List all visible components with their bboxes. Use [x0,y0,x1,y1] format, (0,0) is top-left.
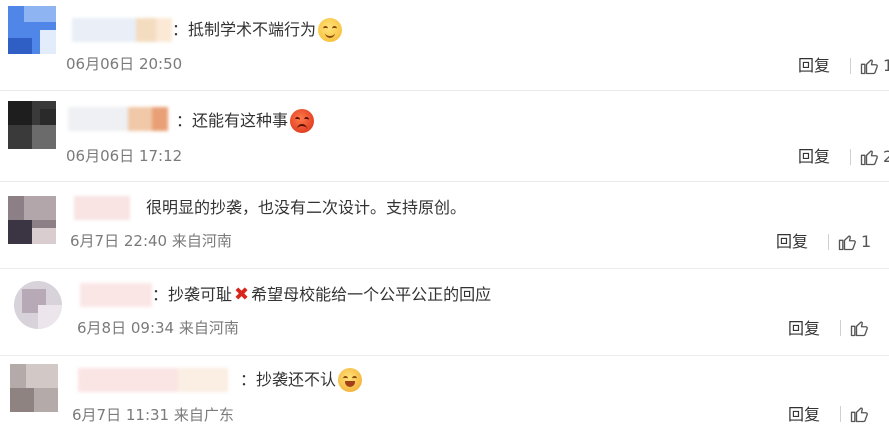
comment-body: ：还能有这种事 [176,111,289,130]
thumbs-up-icon [860,59,878,75]
comment-item: ：抄袭还不认 6月7日 11:31 来自广东 回复 [0,356,889,435]
comment-time: 6月7日 11:31 来自广东 [72,406,234,424]
like-count: 1 [861,232,872,251]
comment-text: ：抄袭还不认 [240,368,363,392]
thumbs-up-icon [860,150,878,166]
username-blurred[interactable] [72,18,172,42]
comment-item: ：还能有这种事 06月06日 17:12 回复 2 [0,91,889,182]
reply-button[interactable]: 回复 [788,404,820,426]
thumbs-up-icon [850,407,868,423]
comment-time: 06月06日 17:12 [66,147,183,165]
comment-text: ：抵制学术不端行为 [172,18,343,42]
like-button[interactable]: 1 [828,231,871,253]
comment-item: ：抵制学术不端行为 06月06日 20:50 回复 1 [0,0,889,91]
reply-button[interactable]: 回复 [788,318,820,340]
cross-mark-icon: ✖ [234,284,250,305]
avatar[interactable] [8,6,56,54]
comment-body: ：抄袭还不认 [240,370,337,389]
like-button[interactable]: 1 [850,55,889,77]
comment-time: 6月7日 22:40 来自河南 [70,232,232,250]
smiling-face-icon [318,18,343,42]
divider [840,406,841,422]
comment-item: 很明显的抄袭，也没有二次设计。支持原创。 6月7日 22:40 来自河南 回复 … [0,182,889,269]
laughing-face-icon [338,368,363,392]
like-count: 2 [883,147,889,166]
reply-button[interactable]: 回复 [798,146,830,168]
comment-text: ：抄袭可耻 ✖ 希望母校能给一个公平公正的回应 [152,283,491,307]
comment-body-continued: 希望母校能给一个公平公正的回应 [251,285,492,304]
thumbs-up-icon [850,321,868,337]
comment-item: ：抄袭可耻 ✖ 希望母校能给一个公平公正的回应 6月8日 09:34 来自河南 … [0,269,889,356]
username-blurred[interactable] [74,196,130,220]
avatar[interactable] [8,196,56,244]
username-blurred[interactable] [78,368,228,392]
username-blurred[interactable] [80,283,152,307]
comment-body: ：抵制学术不端行为 [172,20,317,39]
avatar[interactable] [8,101,56,149]
comment-text: ：还能有这种事 [176,109,315,133]
divider [828,234,829,250]
like-count: 1 [883,56,889,75]
thumbs-up-icon [838,235,856,251]
like-button[interactable] [840,404,873,424]
divider [850,58,851,74]
comment-time: 6月8日 09:34 来自河南 [77,319,239,337]
comment-text: 很明显的抄袭，也没有二次设计。支持原创。 [146,196,466,220]
like-button[interactable] [840,318,873,338]
username-blurred[interactable] [68,107,168,131]
angry-face-icon [290,109,315,133]
comment-time: 06月06日 20:50 [66,55,183,73]
comment-body: ：抄袭可耻 [152,285,233,304]
avatar[interactable] [10,364,58,412]
comment-body: 很明显的抄袭，也没有二次设计。支持原创。 [146,198,467,217]
like-button[interactable]: 2 [850,146,889,168]
divider [850,149,851,165]
divider [840,320,841,336]
reply-button[interactable]: 回复 [776,231,808,253]
reply-button[interactable]: 回复 [798,55,830,77]
avatar[interactable] [14,281,62,329]
